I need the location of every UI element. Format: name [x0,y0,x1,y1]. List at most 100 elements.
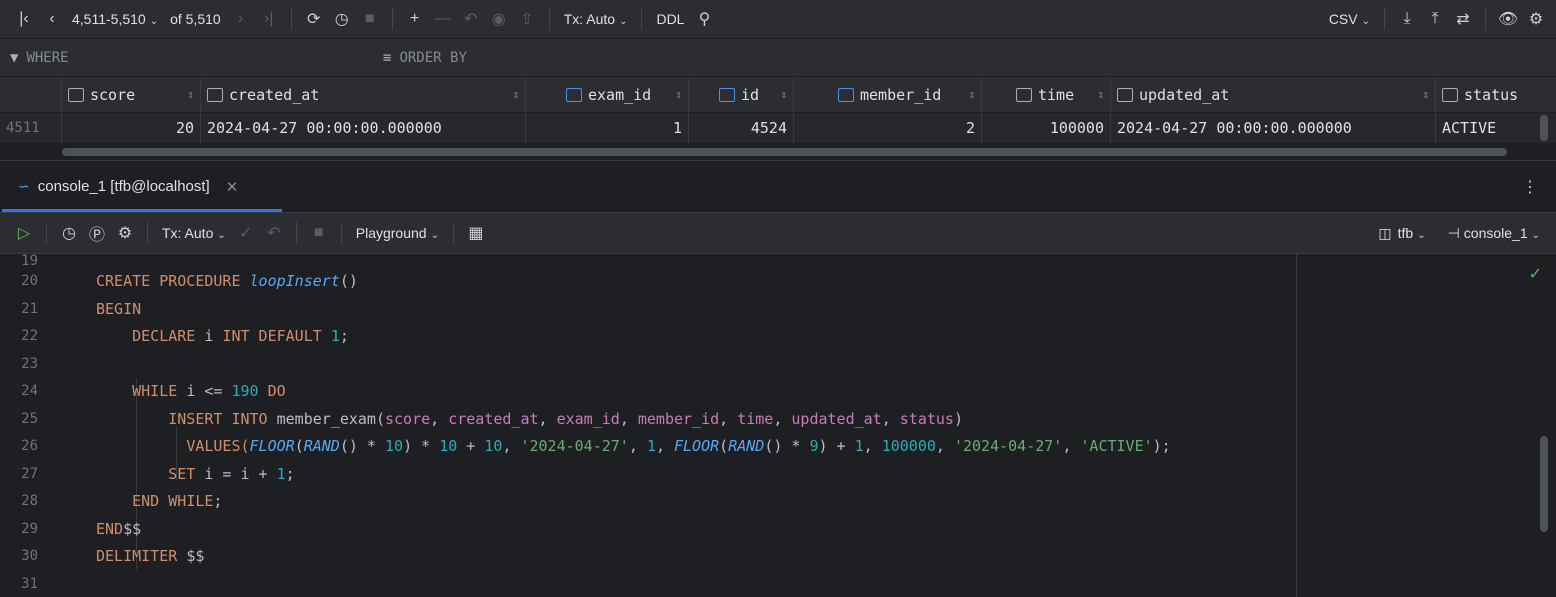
column-header-status[interactable]: status [1436,77,1539,112]
sort-toggle-icon[interactable]: ⇕ [962,88,975,101]
column-label: status [1464,85,1519,104]
sort-toggle-icon[interactable]: ⇕ [1091,88,1104,101]
column-icon [1442,87,1458,102]
foreign-key-column-icon [566,87,582,102]
table-view-icon[interactable]: ▦ [462,219,490,247]
revert-icon[interactable]: ↶ [457,5,485,33]
import-icon[interactable]: ⤒ [1421,5,1449,33]
active-tab-indicator [2,209,282,212]
table-row[interactable]: 4511 20 2024-04-27 00:00:00.000000 1 452… [0,113,1556,143]
first-page-icon[interactable]: |‹ [10,5,38,33]
separator [46,222,47,244]
schema-dropdown[interactable]: ◫ tfb ⌄ [1372,225,1431,242]
submit-icon[interactable]: ⇧ [513,5,541,33]
column-header-id[interactable]: id ⇕ [689,77,794,112]
line-number: 29 [21,520,38,537]
column-header-score[interactable]: score ⇕ [62,77,201,112]
cell-updated-at[interactable]: 2024-04-27 00:00:00.000000 [1111,113,1436,143]
line-number: 24 [21,383,38,399]
cell-exam-id[interactable]: 1 [526,113,689,143]
separator [147,222,148,244]
sort-toggle-icon[interactable]: ⇕ [1416,88,1429,101]
cell-status[interactable]: ACTIVE [1436,113,1539,143]
column-label: time [1038,85,1075,104]
page-range-dropdown[interactable]: 4,511-5,510 ⌄ [66,11,164,27]
ddl-button[interactable]: DDL [650,11,690,27]
tx-mode-dropdown[interactable]: Tx: Auto ⌄ [558,11,634,27]
grid-header-row: score ⇕ created_at ⇕ exam_id ⇕ id ⇕ member_i… [0,77,1556,113]
stop-icon[interactable]: ■ [356,5,384,33]
export-icon[interactable]: ⤓ [1393,5,1421,33]
search-icon[interactable]: ⚲ [690,5,718,33]
code-area[interactable]: CREATE PROCEDURE loopInsert() BEGIN DECL… [96,254,1171,597]
row-number: 4511 [0,113,62,143]
column-icon [1016,87,1032,102]
view-icon[interactable]: 👁 [1494,5,1522,33]
cell-time[interactable]: 100000 [982,113,1111,143]
cell-score[interactable]: 20 [62,113,201,143]
tab-console-1[interactable]: ∽ console_1 [tfb@localhost] ✕ [12,161,244,213]
rollback-icon[interactable]: ↶ [260,219,288,247]
grid-toolbar: |‹ ‹ 4,511-5,510 ⌄ of 5,510 › ›| ⟳ ◷ ■ + … [0,0,1556,39]
order-by-filter[interactable]: ≡ ORDER BY [383,50,467,66]
playground-dropdown[interactable]: Playground ⌄ [350,225,445,241]
column-header-time[interactable]: time ⇕ [982,77,1111,112]
last-page-icon[interactable]: ›| [255,5,283,33]
history-icon[interactable]: ◷ [328,5,356,33]
column-header-created-at[interactable]: created_at ⇕ [201,77,526,112]
preview-changes-icon[interactable]: ◉ [485,5,513,33]
sort-toggle-icon[interactable]: ⇕ [774,88,787,101]
cell-created-at[interactable]: 2024-04-27 00:00:00.000000 [201,113,526,143]
delete-row-icon[interactable]: — [429,5,457,33]
previous-page-icon[interactable]: ‹ [38,5,66,33]
sort-toggle-icon[interactable]: ⇕ [669,88,682,101]
line-number: 22 [21,328,38,344]
add-row-icon[interactable]: + [401,5,429,33]
separator [295,222,297,244]
line-number: 20 [21,273,38,289]
column-label: updated_at [1139,85,1230,104]
sql-editor[interactable]: 19 20 21 22 23 24 25 26 27 28 29 30 31 C… [0,254,1556,597]
settings-gear-icon[interactable]: ⚙ [1522,5,1550,33]
sort-toggle-icon[interactable]: ⇕ [506,88,519,101]
cell-member-id[interactable]: 2 [794,113,982,143]
export-format-dropdown[interactable]: CSV ⌄ [1323,11,1376,27]
tx-mode-dropdown[interactable]: Tx: Auto ⌄ [156,225,232,241]
refresh-icon[interactable]: ⟳ [300,5,328,33]
line-number: 28 [21,493,38,509]
commit-icon[interactable]: ✓ [232,219,260,247]
more-options-icon[interactable]: ⋮ [1516,173,1544,201]
code-line-27: SET i = i + 1; [168,464,295,483]
settings-gear-icon[interactable]: ⚙ [111,219,139,247]
run-icon[interactable]: ▷ [10,219,38,247]
separator [391,8,393,30]
stop-icon[interactable]: ■ [305,219,333,247]
right-margin-guide [1296,254,1297,597]
separator [1384,8,1385,30]
no-problems-check-icon[interactable]: ✓ [1529,264,1542,284]
sort-icon: ≡ [383,49,392,66]
column-header-updated-at[interactable]: updated_at ⇕ [1111,77,1436,112]
explain-plan-icon[interactable]: Ⓟ [83,219,111,247]
editor-toolbar: ▷ ◷ Ⓟ ⚙ Tx: Auto ⌄ ✓ ↶ ■ Playground ⌄ ▦ ◫ t… [0,212,1556,254]
line-number: 27 [21,465,38,482]
where-filter[interactable]: ▼ WHERE [0,50,383,66]
sort-toggle-icon[interactable]: ⇕ [181,88,194,101]
column-icon [207,87,223,102]
code-line-21: BEGIN [96,299,142,318]
cell-id[interactable]: 4524 [689,113,794,143]
column-header-member-id[interactable]: member_id ⇕ [794,77,982,112]
history-icon[interactable]: ◷ [55,219,83,247]
session-dropdown[interactable]: ⊣ console_1 ⌄ [1442,225,1546,242]
line-number: 31 [21,575,38,592]
close-tab-icon[interactable]: ✕ [226,178,239,196]
editor-vertical-scrollbar[interactable] [1540,436,1548,532]
next-page-icon[interactable]: › [227,5,255,33]
horizontal-scrollbar[interactable] [62,148,1507,156]
compare-icon[interactable]: ⇄ [1449,5,1477,33]
separator [548,8,550,30]
line-number: 25 [21,410,38,427]
grid-vertical-scrollbar[interactable] [1540,115,1548,141]
column-header-exam-id[interactable]: exam_id ⇕ [526,77,689,112]
